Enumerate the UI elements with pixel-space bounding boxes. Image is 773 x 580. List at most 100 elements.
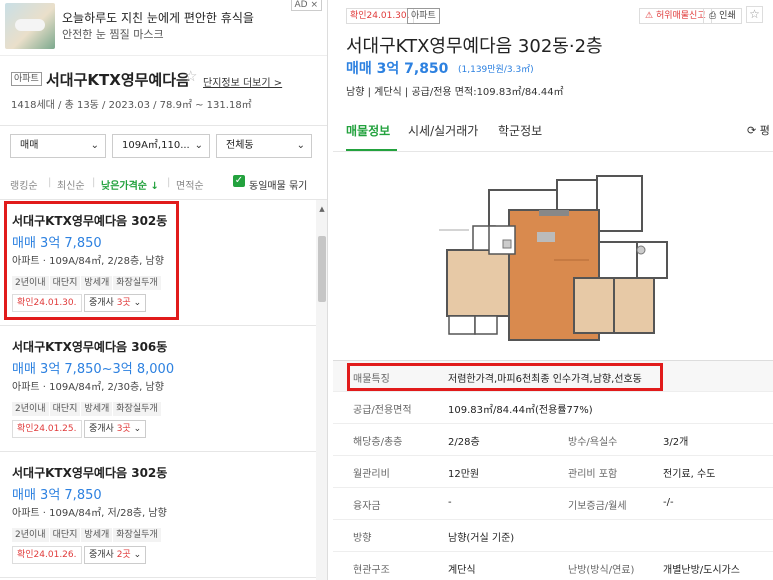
property-type-badge: 아파트 xyxy=(11,72,42,86)
tag: 대단지 xyxy=(49,402,81,416)
listing-card[interactable]: 서대구KTX영무예다음 302동 매매 3억 7,850 아파트 · 109A/… xyxy=(0,452,316,578)
row-value: 12만원 xyxy=(448,469,480,480)
checkbox-checked-icon[interactable]: ✓ xyxy=(233,175,245,187)
confirm-date: 확인24.01.30. xyxy=(12,294,82,312)
sort-bar: 랭킹순 | 최신순 | 낮은가격순 ↓ | 면적순 ✓ 동일매물 묶기 xyxy=(0,166,327,200)
table-row: 해당층/총층 2/28층 방수/욕실수 3/2개 xyxy=(333,424,773,456)
row-label: 매물특징 xyxy=(353,374,390,385)
row-label: 해당층/총층 xyxy=(353,437,403,448)
agent-count: 3곳 xyxy=(116,424,131,434)
ad-close-badge[interactable]: AD × xyxy=(290,0,322,11)
table-row: 융자금 - 기보증금/월세 -/- xyxy=(333,488,773,520)
row-value: 2/28층 xyxy=(448,437,480,448)
tag: 방세개 xyxy=(81,528,113,542)
listing-panel: AD × 오늘하루도 지친 눈에게 편안한 휴식을 안전한 눈 찜질 마스크 아… xyxy=(0,0,328,580)
row-value: 계단식 xyxy=(448,565,476,576)
row-value: 남향(거실 기준) xyxy=(448,533,515,544)
table-row: 매물특징 저렴한가격,마피6천최종 인수가격,남향,선호동 xyxy=(333,360,773,392)
row-label: 방향 xyxy=(353,533,372,544)
active-tab-indicator xyxy=(346,149,397,151)
row-label: 융자금 xyxy=(353,501,381,512)
tag: 방세개 xyxy=(81,402,113,416)
tag: 화장실두개 xyxy=(113,276,161,290)
star-icon[interactable]: ☆ xyxy=(746,6,763,23)
listing-spec: 아파트 · 109A/84㎡, 2/28층, 남향 xyxy=(12,256,164,267)
chevron-down-icon: ⌄ xyxy=(194,140,203,151)
sort-divider: | xyxy=(48,177,52,188)
row-label: 난방(방식/연료) xyxy=(568,565,635,576)
detail-price: 매매 3억 7,850 xyxy=(346,61,449,77)
scrollbar-thumb[interactable] xyxy=(318,236,326,302)
agent-dropdown[interactable]: 중개사 3곳 ⌄ xyxy=(84,294,147,312)
floor-plan-image[interactable] xyxy=(429,170,669,342)
sort-area[interactable]: 면적순 xyxy=(176,177,204,192)
report-button[interactable]: ⚠ 허위매물신고 xyxy=(639,8,712,24)
listing-card[interactable]: 서대구KTX영무예다음 302동 매매 3억 7,850 아파트 · 109A/… xyxy=(0,200,316,326)
agent-dropdown[interactable]: 중개사 2곳 ⌄ xyxy=(84,546,147,564)
property-type-badge: 아파트 xyxy=(407,8,440,24)
same-listing-label[interactable]: 동일매물 묶기 xyxy=(249,177,307,192)
area-select[interactable]: 109A㎡,110... ⌄ xyxy=(112,134,210,158)
listing-title: 서대구KTX영무예다음 306동 xyxy=(12,340,168,354)
chevron-down-icon: ⌄ xyxy=(90,140,99,151)
tag: 대단지 xyxy=(49,528,81,542)
sort-ranking[interactable]: 랭킹순 xyxy=(10,177,38,192)
tag: 대단지 xyxy=(49,276,81,290)
listing-tags: 2년이내 대단지 방세개 화장실두개 xyxy=(12,396,162,416)
complex-name: 서대구KTX영무예다음 xyxy=(46,71,190,89)
row-value: -/- xyxy=(663,497,674,508)
listing-tags: 2년이내 대단지 방세개 화장실두개 xyxy=(12,270,162,290)
price-per-area: (1,139만원/3.3㎡) xyxy=(458,65,534,75)
ad-title[interactable]: 오늘하루도 지친 눈에게 편안한 휴식을 xyxy=(62,9,254,26)
detail-title: 서대구KTX영무예다음 302동·2층 xyxy=(346,36,603,57)
trade-type-select[interactable]: 매매 ⌄ xyxy=(10,134,106,158)
report-label: 허위매물신고 xyxy=(655,11,706,21)
print-button[interactable]: ⎙ 인쇄 xyxy=(703,8,742,24)
detail-tabs: 매물정보 시세/실거래가 학군정보 ⟳ 평 xyxy=(333,110,773,152)
row-value: 개별난방/도시가스 xyxy=(663,565,740,576)
area-unit-toggle[interactable]: ⟳ 평 xyxy=(747,122,770,138)
chevron-down-icon: ⌄ xyxy=(130,298,142,308)
complex-summary: 1418세대 / 총 13동 / 2023.03 / 78.9㎡ ~ 131.1… xyxy=(11,100,252,111)
listing-price: 매매 3억 7,850~3억 8,000 xyxy=(12,362,175,377)
row-value: 전기료, 수도 xyxy=(663,469,716,480)
listing-spec: 아파트 · 109A/84㎡, 저/28층, 남향 xyxy=(12,508,167,519)
print-icon: ⎙ xyxy=(709,11,720,21)
star-icon[interactable]: ☆ xyxy=(184,67,197,85)
ad-thumbnail[interactable] xyxy=(5,3,55,49)
tab-price-history[interactable]: 시세/실거래가 xyxy=(408,122,478,139)
tab-school-info[interactable]: 학군정보 xyxy=(498,122,542,139)
table-row: 공급/전용면적 109.83㎡/84.44㎡(전용률77%) xyxy=(333,392,773,424)
agent-dropdown[interactable]: 중개사 3곳 ⌄ xyxy=(84,420,147,438)
ad-subtitle[interactable]: 안전한 눈 찜질 마스크 xyxy=(62,26,164,42)
tag: 화장실두개 xyxy=(113,402,161,416)
agent-count: 3곳 xyxy=(116,298,131,308)
confirm-date: 확인24.01.26. xyxy=(12,546,82,564)
tab-listing-info[interactable]: 매물정보 xyxy=(346,122,390,139)
table-row: 현관구조 계단식 난방(방식/연료) 개별난방/도시가스 xyxy=(333,552,773,580)
sort-latest[interactable]: 최신순 xyxy=(57,177,85,192)
listing-spec: 아파트 · 109A/84㎡, 2/30층, 남향 xyxy=(12,382,164,393)
detail-meta: 남향 | 계단식 | 공급/전용 면적:109.83㎡/84.44㎡ xyxy=(346,87,564,98)
sort-divider: | xyxy=(92,177,96,188)
tag: 2년이내 xyxy=(12,276,49,290)
scroll-up-icon[interactable]: ▲ xyxy=(316,205,327,213)
confirm-date: 확인24.01.25. xyxy=(12,420,82,438)
listing-price: 매매 3억 7,850 xyxy=(12,236,102,251)
chevron-down-icon: ⌄ xyxy=(296,140,305,151)
row-value: - xyxy=(448,497,452,508)
row-label: 기보증금/월세 xyxy=(568,501,627,512)
ad-banner[interactable]: AD × 오늘하루도 지친 눈에게 편안한 휴식을 안전한 눈 찜질 마스크 xyxy=(0,0,327,56)
agent-prefix: 중개사 xyxy=(89,550,117,560)
sort-lowest-price[interactable]: 낮은가격순 ↓ xyxy=(101,177,159,192)
tag: 화장실두개 xyxy=(113,528,161,542)
building-select[interactable]: 전체동 ⌄ xyxy=(216,134,312,158)
print-label: 인쇄 xyxy=(719,11,736,21)
table-row: 방향 남향(거실 기준) xyxy=(333,520,773,552)
tag: 방세개 xyxy=(81,276,113,290)
filter-bar: 매매 ⌄ 109A㎡,110... ⌄ 전체동 ⌄ xyxy=(0,126,327,166)
listing-tags: 2년이내 대단지 방세개 화장실두개 xyxy=(12,522,162,542)
complex-info-link[interactable]: 단지정보 더보기 > xyxy=(203,74,282,89)
listing-card[interactable]: 서대구KTX영무예다음 306동 매매 3억 7,850~3억 8,000 아파… xyxy=(0,326,316,452)
trade-type-value: 매매 xyxy=(20,140,39,151)
